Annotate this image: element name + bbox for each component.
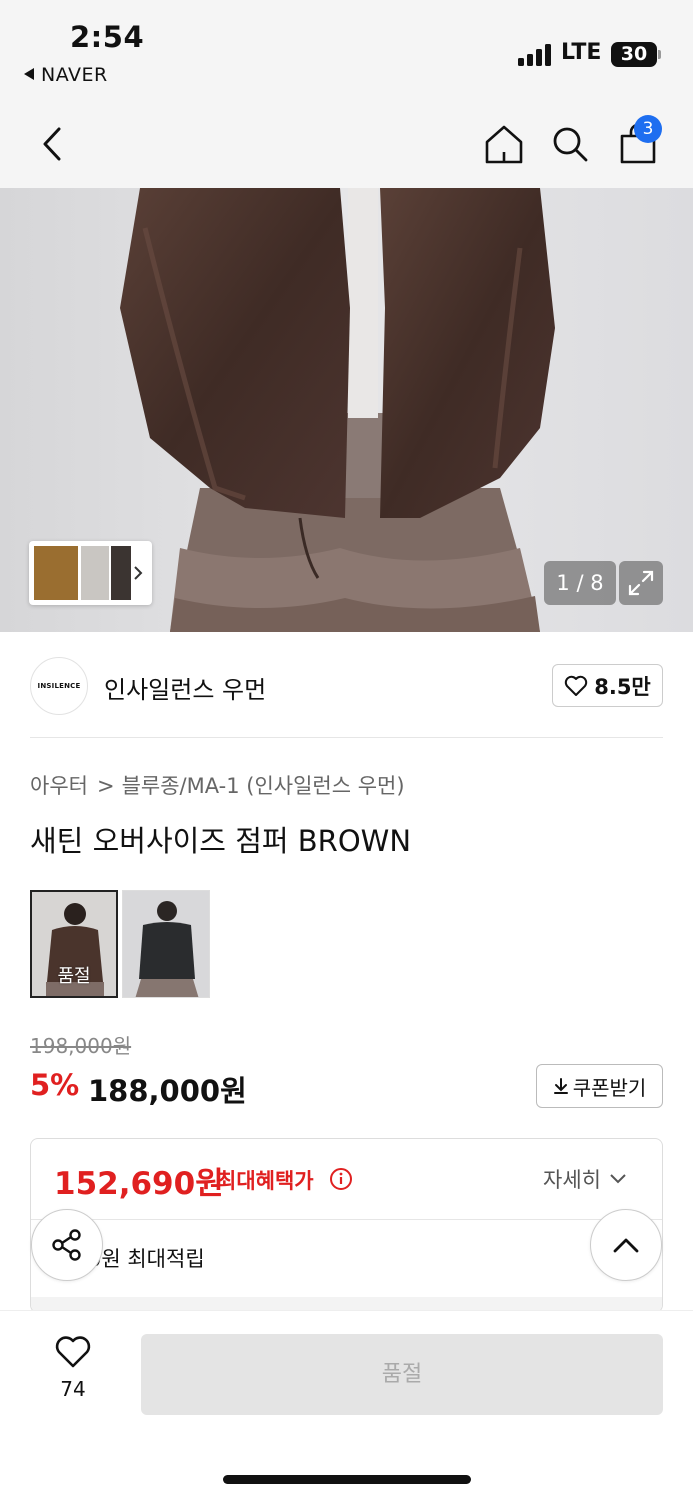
heart-icon — [565, 675, 588, 696]
home-indicator — [223, 1475, 471, 1484]
coupon-button[interactable]: 쿠폰받기 — [536, 1064, 663, 1108]
thumbnail-strip[interactable] — [29, 541, 152, 605]
swatch-soldout-label: 품절 — [57, 966, 91, 987]
share-button[interactable] — [31, 1209, 103, 1281]
search-icon — [553, 127, 588, 162]
max-points-text: 0원 최대적립 — [88, 1247, 205, 1271]
divider — [30, 737, 663, 738]
thumbnail-1[interactable] — [34, 546, 78, 600]
chevron-down-icon — [610, 1174, 626, 1184]
expand-button[interactable] — [619, 561, 663, 605]
share-icon — [52, 1229, 81, 1261]
search-button[interactable] — [542, 116, 598, 172]
download-icon — [553, 1078, 568, 1094]
cart-count-badge: 3 — [634, 115, 662, 143]
home-icon — [485, 125, 523, 164]
chevron-up-icon — [613, 1238, 639, 1253]
swatch-black-image — [123, 891, 209, 997]
wish-button[interactable]: 74 — [40, 1335, 106, 1401]
breadcrumb-separator-icon: > — [96, 774, 115, 798]
breadcrumb-subcategory[interactable]: 블루종/MA-1 (인사일런스 우먼) — [122, 774, 405, 798]
detail-label: 자세히 — [543, 1168, 601, 1192]
original-price: 198,000원 — [30, 1034, 132, 1058]
discount-rate: 5% — [30, 1068, 80, 1102]
top-nav-bar — [0, 100, 693, 188]
battery-icon: 30 — [611, 42, 657, 67]
brand-logo[interactable]: INSILENCE — [30, 657, 88, 715]
color-swatch-black[interactable] — [122, 890, 210, 998]
info-icon[interactable] — [329, 1167, 353, 1191]
network-type: LTE — [561, 40, 602, 65]
image-counter: 1 / 8 — [544, 561, 616, 605]
color-swatch-brown[interactable]: 품절 — [30, 890, 118, 998]
thumbnail-3[interactable] — [111, 546, 131, 600]
scroll-top-button[interactable] — [590, 1209, 662, 1281]
benefit-divider — [31, 1219, 662, 1220]
status-bar: 2:54 NAVER LTE 30 — [0, 0, 693, 100]
back-chevron-icon — [43, 127, 61, 161]
coupon-label: 쿠폰받기 — [572, 1075, 647, 1100]
heart-outline-icon — [55, 1336, 91, 1368]
breadcrumb-category[interactable]: 아우터 — [30, 774, 88, 798]
battery-cap — [658, 50, 661, 59]
wish-count: 74 — [60, 1377, 86, 1401]
product-title: 새틴 오버사이즈 점퍼 BROWN — [30, 824, 412, 858]
home-button[interactable] — [476, 116, 532, 172]
chevron-right-icon — [134, 566, 143, 580]
buy-button-soldout[interactable]: 품절 — [141, 1334, 663, 1415]
back-to-app-link[interactable]: NAVER — [24, 64, 108, 86]
status-time: 2:54 — [70, 20, 145, 54]
brand-like-button[interactable]: 8.5만 — [552, 664, 663, 707]
back-triangle-icon — [24, 68, 34, 80]
brand-like-count: 8.5만 — [594, 674, 651, 699]
sale-price: 188,000원 — [88, 1074, 247, 1108]
back-button[interactable] — [24, 116, 80, 172]
benefit-detail-toggle[interactable]: 자세히 — [543, 1164, 627, 1194]
expand-icon — [628, 570, 654, 596]
max-benefit-price: 152,690원 — [54, 1166, 224, 1202]
signal-icon — [518, 44, 552, 66]
thumbnail-2[interactable] — [81, 546, 109, 600]
back-app-label: NAVER — [41, 64, 108, 86]
brand-name[interactable]: 인사일런스 우먼 — [104, 670, 266, 705]
max-benefit-label: 최대혜택가 — [217, 1169, 314, 1193]
breadcrumb: 아우터 > 블루종/MA-1 (인사일런스 우먼) — [30, 770, 405, 800]
